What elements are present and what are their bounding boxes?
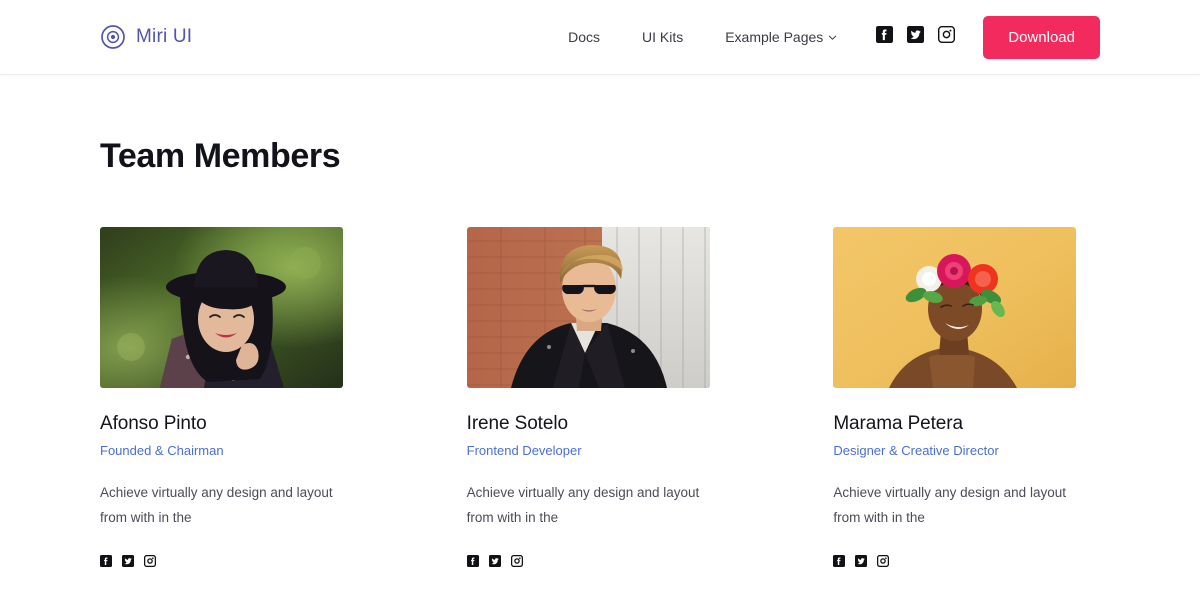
page-title: Team Members <box>100 137 1100 176</box>
member-photo[interactable] <box>833 227 1076 388</box>
member-role[interactable]: Frontend Developer <box>467 443 734 458</box>
member-photo-image <box>100 227 343 388</box>
instagram-icon-svg <box>144 555 156 567</box>
member-social-links <box>467 554 734 572</box>
twitter-icon-svg <box>489 555 501 567</box>
member-name: Irene Sotelo <box>467 413 734 435</box>
facebook-icon[interactable] <box>833 554 845 572</box>
chevron-down-icon <box>828 33 837 42</box>
facebook-icon-svg <box>833 555 845 567</box>
brand-logo-link[interactable]: Miri UI <box>100 24 192 50</box>
member-photo-image <box>833 227 1076 388</box>
nav-item-docs[interactable]: Docs <box>547 29 621 45</box>
twitter-icon[interactable] <box>122 554 134 572</box>
nav-link-example-pages[interactable]: Example Pages <box>704 29 858 45</box>
twitter-icon-svg <box>907 26 924 43</box>
nav-item-ui-kits[interactable]: UI Kits <box>621 29 704 45</box>
member-role[interactable]: Founded & Chairman <box>100 443 367 458</box>
facebook-icon[interactable] <box>100 554 112 572</box>
member-description: Achieve virtually any design and layout … <box>467 480 707 530</box>
instagram-icon[interactable] <box>511 554 523 572</box>
nav-link-ui-kits-label: UI Kits <box>642 29 683 45</box>
twitter-icon[interactable] <box>489 554 501 572</box>
nav-link-ui-kits[interactable]: UI Kits <box>621 29 704 45</box>
twitter-icon-svg <box>855 555 867 567</box>
team-member-card: Irene Sotelo Frontend Developer Achieve … <box>467 227 734 572</box>
member-description: Achieve virtually any design and layout … <box>833 480 1073 530</box>
team-members-grid: Afonso Pinto Founded & Chairman Achieve … <box>100 227 1100 572</box>
team-member-card: Afonso Pinto Founded & Chairman Achieve … <box>100 227 367 572</box>
member-photo[interactable] <box>100 227 343 388</box>
member-photo[interactable] <box>467 227 710 388</box>
member-role[interactable]: Designer & Creative Director <box>833 443 1100 458</box>
member-photo-image <box>467 227 710 388</box>
facebook-icon-svg <box>100 555 112 567</box>
header-social-links <box>876 26 955 48</box>
target-circle-icon-svg <box>100 24 126 50</box>
nav-link-example-pages-label: Example Pages <box>725 29 823 45</box>
brand-name: Miri UI <box>136 26 192 48</box>
nav-link-list: Docs UI Kits Example Pages <box>547 29 858 45</box>
member-name: Marama Petera <box>833 413 1100 435</box>
nav-link-docs[interactable]: Docs <box>547 29 621 45</box>
team-member-card: Marama Petera Designer & Creative Direct… <box>833 227 1100 572</box>
download-button[interactable]: Download <box>983 16 1100 59</box>
instagram-icon[interactable] <box>877 554 889 572</box>
facebook-icon[interactable] <box>467 554 479 572</box>
instagram-icon[interactable] <box>144 554 156 572</box>
facebook-icon-svg <box>467 555 479 567</box>
instagram-icon-svg <box>877 555 889 567</box>
facebook-icon-svg <box>876 26 893 43</box>
nav-item-example-pages[interactable]: Example Pages <box>704 29 858 45</box>
member-name: Afonso Pinto <box>100 413 367 435</box>
member-social-links <box>833 554 1100 572</box>
twitter-icon[interactable] <box>907 26 924 48</box>
instagram-icon-svg <box>511 555 523 567</box>
nav-link-docs-label: Docs <box>568 29 600 45</box>
member-social-links <box>100 554 367 572</box>
twitter-icon-svg <box>122 555 134 567</box>
twitter-icon[interactable] <box>855 554 867 572</box>
main-navigation: Docs UI Kits Example Pages <box>547 16 1100 59</box>
facebook-icon[interactable] <box>876 26 893 48</box>
main-content: Team Members <box>0 137 1200 572</box>
target-circle-icon <box>100 24 126 50</box>
member-description: Achieve virtually any design and layout … <box>100 480 340 530</box>
site-header: Miri UI Docs UI Kits Example Pages <box>0 0 1200 75</box>
instagram-icon-svg <box>938 26 955 43</box>
instagram-icon[interactable] <box>938 26 955 48</box>
